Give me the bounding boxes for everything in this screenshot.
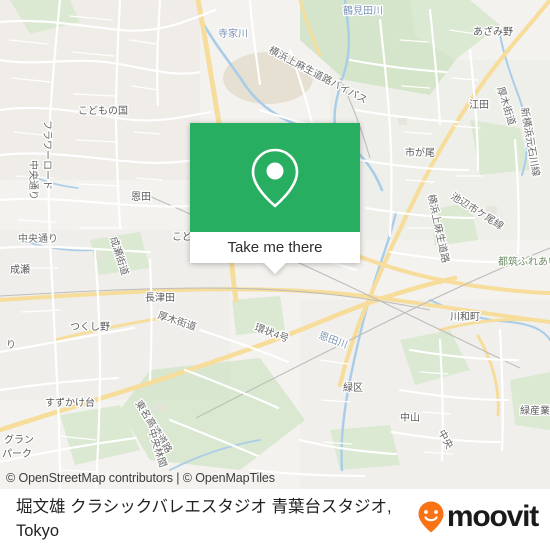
location-pin-icon <box>251 148 299 207</box>
map-label: 長津田 <box>145 292 175 304</box>
map-label: 江田 <box>469 99 489 111</box>
moovit-wordmark: moovit <box>446 500 539 533</box>
map-attribution[interactable]: © OpenStreetMap contributors | © OpenMap… <box>6 471 275 485</box>
map-label: グラン <box>4 433 34 446</box>
moovit-pin-icon <box>418 501 444 533</box>
map-label: こどもの国 <box>78 105 128 117</box>
map-label: 緑区 <box>343 381 363 394</box>
map-label: 寺家川 <box>218 27 248 40</box>
page-title: 堀文雄 クラシックバレエスタジオ 青葉台スタジオ, Tokyo <box>16 498 392 540</box>
map-label: 都筑ふれあいの <box>498 255 550 268</box>
take-me-there-label: Take me there <box>227 239 323 256</box>
map-label: 成瀬 <box>10 264 30 276</box>
map-canvas[interactable]: .rd { stroke:#ffffff; fill:none; stroke-… <box>0 0 550 489</box>
map-label: 市が尾 <box>405 146 435 159</box>
popup-image-placeholder <box>190 123 360 232</box>
map-popup-card[interactable]: Take me there <box>190 123 360 274</box>
map-label: 恩田 <box>131 191 151 203</box>
map-label: すずかけ台 <box>45 396 95 409</box>
take-me-there-button[interactable]: Take me there <box>190 232 360 263</box>
map-label: パーク <box>2 448 32 460</box>
map-label: 中央通り <box>27 160 40 200</box>
map-label: あざみ野 <box>473 25 513 38</box>
map-label: 中央通り <box>18 232 58 245</box>
map-label: り <box>6 339 16 351</box>
moovit-map-page: .rd { stroke:#ffffff; fill:none; stroke-… <box>0 0 550 550</box>
map-label: 中山 <box>400 411 420 424</box>
map-label: 緑産業 <box>520 404 550 417</box>
moovit-logo[interactable]: moovit <box>417 500 539 534</box>
map-label: つくし野 <box>70 321 110 333</box>
map-label: 鶴見田川 <box>343 4 383 17</box>
map-label: フラワーロード <box>41 120 53 190</box>
footer-bar: 堀文雄 クラシックバレエスタジオ 青葉台スタジオ, Tokyo moovit <box>0 489 550 550</box>
popup-tail <box>264 263 286 274</box>
map-label: 川和町 <box>450 311 480 323</box>
